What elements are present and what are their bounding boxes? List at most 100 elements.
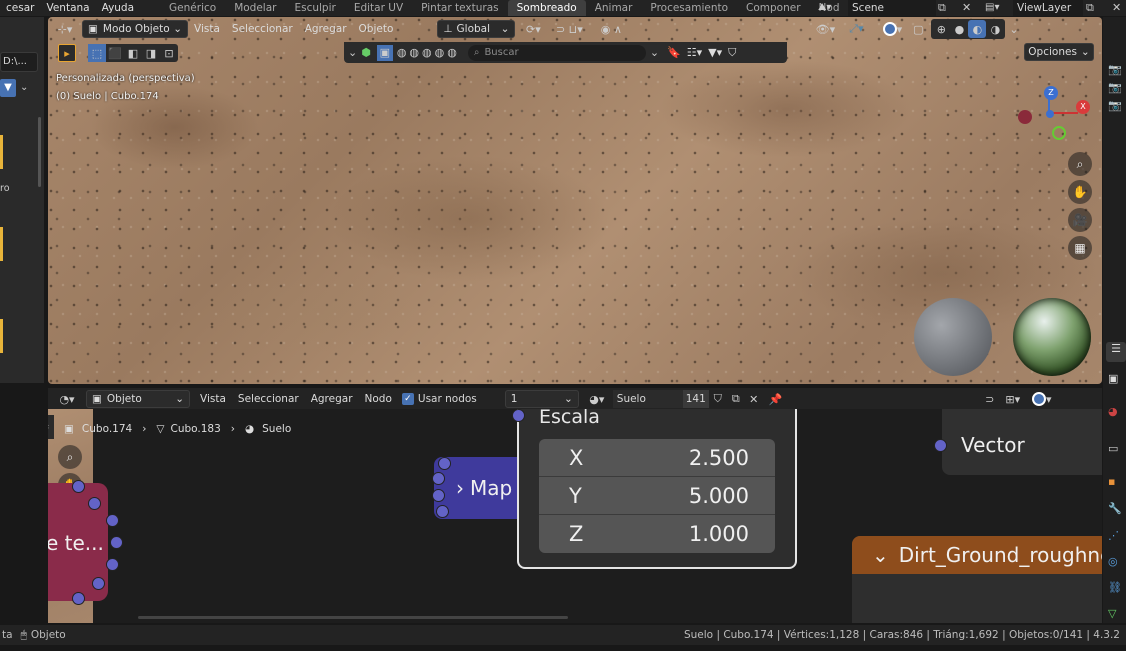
world-tab-icon[interactable]: ◕: [1108, 405, 1118, 418]
collapse-icon[interactable]: ⌄: [348, 46, 357, 59]
physics-tab-icon[interactable]: ◎: [1108, 555, 1118, 568]
zoom-icon[interactable]: ⌕: [1068, 152, 1092, 176]
solid-shading-icon[interactable]: ●: [950, 20, 968, 38]
breadcrumb-object[interactable]: Cubo.174: [82, 423, 132, 435]
node-output-socket[interactable]: [92, 577, 105, 590]
mapping-input-socket[interactable]: [432, 472, 445, 485]
menu-select[interactable]: Seleccionar: [226, 23, 299, 35]
horizontal-scrollbar[interactable]: [138, 616, 568, 619]
data-tab-icon[interactable]: ▽: [1108, 607, 1116, 620]
select-subtract-icon[interactable]: ◧: [124, 44, 142, 62]
camera-view-icon[interactable]: 🎥: [1068, 208, 1092, 232]
new-view-layer-icon[interactable]: ⧉: [1086, 0, 1094, 16]
scale-input-socket[interactable]: [512, 409, 525, 422]
editor-type-icon[interactable]: ◔▾: [54, 390, 80, 408]
dirt-node-header[interactable]: ⌄ Dirt_Ground_roughne: [852, 536, 1102, 574]
breadcrumb-material[interactable]: Suelo: [262, 423, 291, 435]
scene-field[interactable]: Scene: [848, 0, 936, 16]
ws-tab-shading[interactable]: Sombreado: [507, 0, 586, 16]
node-output-socket[interactable]: [72, 480, 85, 493]
mode-dropdown[interactable]: ▣ Modo Objeto ⌄: [82, 20, 188, 38]
constraints-tab-icon[interactable]: ⛓: [1108, 581, 1122, 594]
dirt-ground-roughness-node[interactable]: ⌄ Dirt_Ground_roughne: [852, 536, 1102, 623]
select-intersect-icon[interactable]: ⊡: [160, 44, 178, 62]
pivot-icon[interactable]: ⟳▾: [519, 20, 547, 38]
filter-dropdown-icon[interactable]: ⌄: [20, 79, 28, 97]
mapping-input-socket[interactable]: [436, 505, 449, 518]
filter-funnel-icon[interactable]: ▼▾: [708, 46, 722, 59]
shader-type-dropdown[interactable]: ▣ Objeto ⌄: [86, 390, 190, 408]
menu-window[interactable]: Ventana: [40, 0, 95, 16]
node-output-socket[interactable]: [106, 514, 119, 527]
filter-icon[interactable]: ▼: [0, 79, 16, 97]
mapping-input-socket[interactable]: [438, 457, 451, 470]
asset-search-input[interactable]: ⌕ Buscar: [467, 44, 646, 61]
select-new-icon[interactable]: ⬚: [88, 44, 106, 62]
search-options-icon[interactable]: ⌄: [650, 46, 659, 59]
asset-type-icon[interactable]: ⬢: [361, 46, 371, 59]
scale-z-field[interactable]: Z 1.000: [539, 515, 775, 553]
menu-add[interactable]: Agregar: [305, 393, 359, 405]
duplicate-material-icon[interactable]: ⧉: [727, 390, 745, 408]
object-tab-icon[interactable]: ▪: [1108, 475, 1115, 488]
folder-item-3[interactable]: [0, 319, 3, 353]
path-field[interactable]: D:\...: [0, 52, 38, 72]
visibility-icon[interactable]: 👁▾: [811, 20, 839, 38]
panel-expand-icon[interactable]: ‹: [48, 415, 54, 439]
fake-user-shield-icon[interactable]: ⛉: [709, 390, 727, 408]
ws-tab-texture-paint[interactable]: Pintar texturas: [412, 0, 507, 16]
zoom-icon[interactable]: ⌕: [58, 445, 82, 469]
folder-item-2[interactable]: [0, 227, 3, 261]
menu-help[interactable]: Ayuda: [96, 0, 140, 16]
node-output-socket[interactable]: [88, 497, 101, 510]
particles-tab-icon[interactable]: ⋰: [1108, 529, 1119, 542]
filter-type-icons[interactable]: ◍◍◍◍◍: [397, 46, 460, 59]
camera-icon[interactable]: 📷: [1108, 63, 1122, 76]
gizmo-neg-x[interactable]: [1018, 110, 1032, 124]
pan-hand-icon[interactable]: ✋: [1068, 180, 1092, 204]
view-layer-field[interactable]: ViewLayer: [1013, 0, 1083, 16]
ws-tab-generic[interactable]: Genérico: [160, 0, 225, 16]
use-nodes-checkbox[interactable]: ✓: [401, 393, 414, 405]
menu-add[interactable]: Agregar: [299, 23, 353, 35]
collection-tab-icon[interactable]: ▭: [1108, 442, 1118, 455]
material-name-field[interactable]: Suelo: [612, 390, 683, 408]
new-scene-icon[interactable]: ⧉: [938, 0, 946, 16]
unlink-material-icon[interactable]: ✕: [745, 390, 763, 408]
scene-icon[interactable]: ⛰▾: [818, 0, 844, 16]
bookmark-icon[interactable]: 🔖: [667, 46, 681, 59]
shading-options-icon[interactable]: ⌄: [1009, 23, 1018, 36]
select-tool-icon[interactable]: ▸: [58, 44, 76, 62]
remove-view-layer-icon[interactable]: ✕: [1112, 0, 1121, 16]
delete-scene-icon[interactable]: ✕: [962, 0, 971, 16]
camera-icon-3[interactable]: 📷: [1108, 99, 1122, 112]
select-invert-icon[interactable]: ◨: [142, 44, 160, 62]
camera-icon-2[interactable]: 📷: [1108, 81, 1122, 94]
ws-tab-sculpt[interactable]: Esculpir: [285, 0, 344, 16]
display-icon[interactable]: ☷▾: [687, 46, 702, 59]
snap-icon[interactable]: ⊃: [981, 390, 999, 408]
wireframe-shading-icon[interactable]: ⊕: [932, 20, 950, 38]
ws-tab-animation[interactable]: Animar: [586, 0, 642, 16]
menu-file-partial[interactable]: cesar: [0, 0, 40, 16]
ws-tab-compositing[interactable]: Componer: [737, 0, 810, 16]
proportional-edit-icon[interactable]: ◉ ∧: [591, 20, 631, 38]
menu-view[interactable]: Vista: [194, 393, 232, 405]
menu-node[interactable]: Nodo: [359, 393, 398, 405]
material-browse-icon[interactable]: ◕▾: [583, 390, 611, 408]
navigation-gizmo[interactable]: Z X: [1014, 82, 1094, 152]
scrollbar[interactable]: [38, 117, 41, 187]
filter-all-icon[interactable]: ▣: [376, 44, 393, 61]
snap-icon[interactable]: ⊃ ⊔▾: [549, 20, 589, 38]
render-tab-icon[interactable]: ▣: [1108, 372, 1118, 385]
view-layer-icon[interactable]: ▤▾: [985, 0, 999, 16]
gizmo-z[interactable]: Z: [1044, 86, 1058, 100]
node-output-socket[interactable]: [72, 592, 85, 605]
tool-tab-icon[interactable]: ☰: [1106, 342, 1126, 362]
select-extend-icon[interactable]: ⬛: [106, 44, 124, 62]
ws-tab-uv[interactable]: Editar UV: [345, 0, 412, 16]
menu-view[interactable]: Vista: [188, 23, 226, 35]
overlays-icon[interactable]: ▾: [1027, 390, 1057, 408]
gizmo-y[interactable]: [1052, 126, 1066, 140]
menu-object[interactable]: Objeto: [353, 23, 400, 35]
